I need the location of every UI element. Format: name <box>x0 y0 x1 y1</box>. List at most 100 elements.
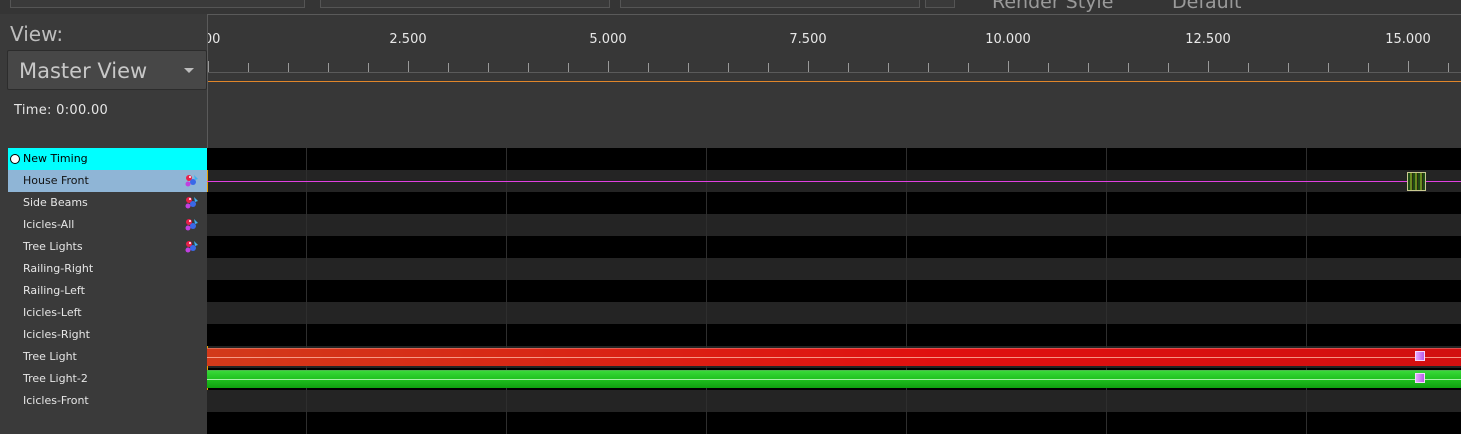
ruler-tick <box>288 63 289 72</box>
grid-row[interactable] <box>207 280 1461 302</box>
ruler-tick-label: 7.500 <box>789 32 827 47</box>
row-label: Icicles-Left <box>23 306 82 319</box>
effect-thumbnail-icon[interactable] <box>1407 172 1426 191</box>
ruler-tick <box>248 63 249 72</box>
model-row-heading[interactable]: Icicles-All <box>8 214 207 236</box>
view-select-value: Master View <box>19 59 148 83</box>
model-row-heading[interactable]: Icicles-Right <box>8 324 207 346</box>
ruler-tick <box>1368 63 1369 72</box>
grid-line <box>306 148 307 434</box>
ruler-tick <box>488 63 489 72</box>
ruler-tick <box>888 63 889 72</box>
grid-row[interactable] <box>207 412 1461 434</box>
row-label: Tree Light-2 <box>23 372 88 385</box>
model-group-icon <box>185 197 198 209</box>
ruler-tick-label: 000 <box>208 32 221 47</box>
model-row-heading[interactable]: Tree Lights <box>8 236 207 258</box>
timeline-ruler[interactable]: 0002.5005.0007.50010.00012.50015.00017.5… <box>207 14 1461 148</box>
grid-row[interactable] <box>207 390 1461 412</box>
render-style-value[interactable]: Default <box>1172 0 1241 13</box>
ruler-tick <box>1248 63 1249 72</box>
grid-row[interactable] <box>207 214 1461 236</box>
model-row-heading[interactable]: Icicles-Front <box>8 390 207 412</box>
row-label: New Timing <box>23 152 88 165</box>
ruler-baseline <box>208 72 1461 73</box>
ruler-tick <box>528 63 529 72</box>
ruler-tick <box>1328 63 1329 72</box>
timing-track-heading[interactable]: New Timing <box>8 148 207 170</box>
chevron-down-icon <box>184 68 194 73</box>
ruler-tick <box>1168 63 1169 72</box>
render-style-label: Render Style <box>992 0 1114 13</box>
model-row-heading[interactable]: Tree Light <box>8 346 207 368</box>
grid-line <box>906 148 907 434</box>
ruler-tick <box>208 61 209 72</box>
row-label: Icicles-Front <box>23 394 89 407</box>
toolbar-strip: Render Style Default <box>0 0 1461 14</box>
ruler-tick <box>608 61 609 72</box>
ruler-tick-label: 12.500 <box>1185 32 1231 47</box>
grid-row[interactable] <box>207 148 1461 170</box>
ruler-tick <box>768 63 769 72</box>
marker-line <box>207 181 1461 182</box>
row-label: House Front <box>23 174 89 187</box>
grid-line <box>506 148 507 434</box>
ruler-tick-label: 10.000 <box>985 32 1031 47</box>
ruler-tick <box>448 63 449 72</box>
row-label: Railing-Right <box>23 262 94 275</box>
ruler-tick <box>1008 61 1009 72</box>
toolbar-segment <box>925 0 955 8</box>
model-row-heading[interactable]: Tree Light-2 <box>8 368 207 390</box>
ruler-tick-label: 5.000 <box>589 32 627 47</box>
ruler-tick <box>328 63 329 72</box>
row-headings: New Timing House Front Side Beams Icicles-A… <box>8 148 207 434</box>
row-label: Icicles-Right <box>23 328 90 341</box>
view-panel: View: Master View Time: 0:00.00 <box>0 14 207 148</box>
ruler-tick <box>1048 63 1049 72</box>
grid-row[interactable] <box>207 258 1461 280</box>
toolbar-segment <box>620 0 920 8</box>
grid-line <box>706 148 707 434</box>
ruler-tick <box>1088 63 1089 72</box>
view-label: View: <box>10 22 64 46</box>
ruler-tick <box>688 63 689 72</box>
model-group-icon <box>185 219 198 231</box>
grid-row[interactable] <box>207 302 1461 324</box>
grid-row[interactable] <box>207 192 1461 214</box>
ruler-tick-label: 2.500 <box>389 32 427 47</box>
ruler-tick <box>1128 63 1129 72</box>
effect-drag-handle[interactable] <box>1415 351 1425 361</box>
ruler-tick <box>368 63 369 72</box>
grid-line <box>1306 148 1307 434</box>
ruler-tick <box>808 61 809 72</box>
ruler-tick <box>968 63 969 72</box>
red-effect-bar[interactable] <box>207 348 1461 366</box>
grid-line <box>1106 148 1107 434</box>
effect-drag-handle[interactable] <box>1415 373 1425 383</box>
grid-row[interactable] <box>207 324 1461 346</box>
timing-circle-icon[interactable] <box>10 154 20 164</box>
row-label: Side Beams <box>23 196 88 209</box>
model-row-heading[interactable]: Railing-Left <box>8 280 207 302</box>
ruler-tick <box>1408 61 1409 72</box>
toolbar-segment <box>320 0 610 8</box>
ruler-tick <box>1448 63 1449 72</box>
ruler-tick <box>928 63 929 72</box>
toolbar-segment <box>10 0 305 8</box>
ruler-tick <box>728 63 729 72</box>
ruler-tick <box>408 61 409 72</box>
grid-row[interactable] <box>207 236 1461 258</box>
ruler-tick <box>568 63 569 72</box>
model-row-heading[interactable]: House Front <box>8 170 207 192</box>
row-label: Icicles-All <box>23 218 75 231</box>
effects-grid[interactable] <box>207 148 1461 434</box>
view-select[interactable]: Master View <box>7 50 207 90</box>
model-group-icon <box>185 175 198 187</box>
time-display: Time: 0:00.00 <box>14 103 109 118</box>
ruler-tick-label: 15.000 <box>1385 32 1431 47</box>
row-label: Tree Light <box>23 350 77 363</box>
model-row-heading[interactable]: Icicles-Left <box>8 302 207 324</box>
model-row-heading[interactable]: Railing-Right <box>8 258 207 280</box>
model-row-heading[interactable]: Side Beams <box>8 192 207 214</box>
green-effect-bar[interactable] <box>207 370 1461 388</box>
